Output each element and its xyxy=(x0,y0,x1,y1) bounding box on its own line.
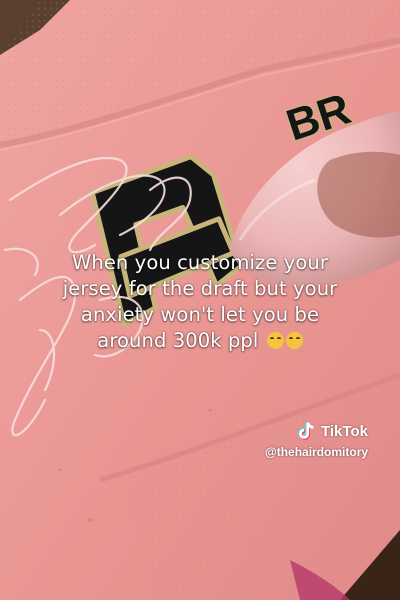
tiktok-logo-text: TikTok xyxy=(321,422,368,440)
caption-line-4: around 300k ppl xyxy=(20,328,380,354)
creator-handle: @thehairdomitory xyxy=(265,445,369,459)
caption-line-3: anxiety won't let you be xyxy=(80,303,320,326)
caption-line-4-text: around 300k ppl xyxy=(97,329,259,352)
caption-line-2: jersey for the draft but your xyxy=(62,277,338,300)
weary-face-emoji-icon xyxy=(266,332,284,349)
caption-text: When you customize your jersey for the d… xyxy=(20,250,380,354)
weary-face-emoji-icon xyxy=(285,332,303,349)
tiktok-logo-icon xyxy=(298,421,314,440)
video-frame: BR When you customize your jersey for th… xyxy=(0,0,400,600)
tiktok-watermark: TikTok xyxy=(295,420,368,442)
caption-line-1: When you customize your xyxy=(71,251,329,274)
